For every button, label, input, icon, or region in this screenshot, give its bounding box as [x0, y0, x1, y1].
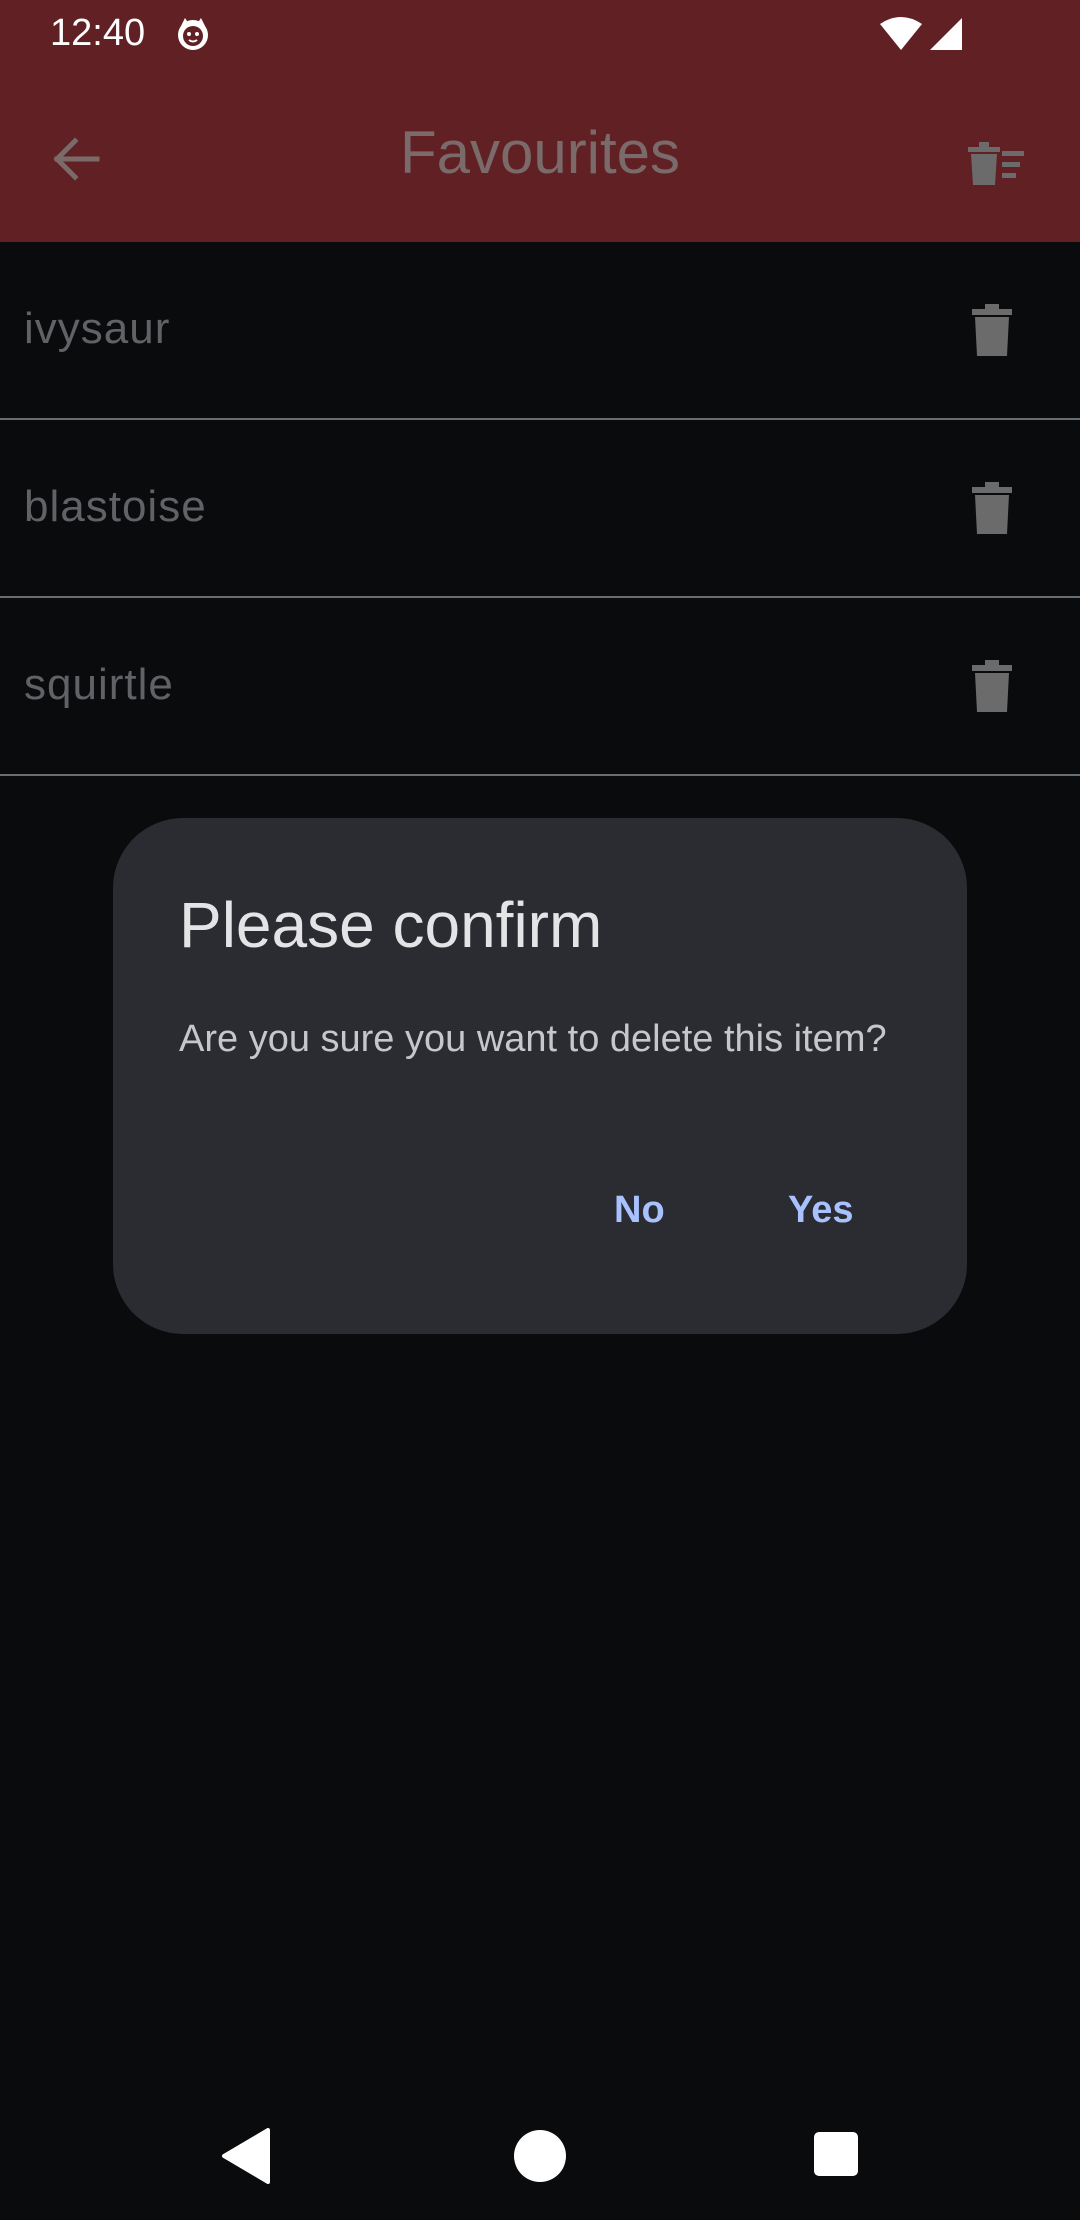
list-item-label: blastoise — [24, 482, 207, 531]
list-item-label: squirtle — [24, 660, 174, 709]
trash-icon — [972, 482, 1012, 534]
delete-item-button[interactable] — [962, 298, 1022, 362]
app-bar: Favourites — [0, 68, 1080, 242]
dialog-title: Please confirm — [179, 889, 603, 961]
list-item[interactable]: squirtle — [0, 598, 1080, 776]
cat-notification-icon — [178, 18, 208, 50]
status-bar: 12:40 — [0, 0, 1080, 68]
status-time: 12:40 — [50, 12, 146, 54]
delete-sweep-icon — [968, 142, 1024, 185]
yes-button[interactable]: Yes — [764, 1170, 878, 1250]
trash-icon — [972, 304, 1012, 356]
confirm-dialog: Please confirm Are you sure you want to … — [113, 818, 967, 1334]
delete-item-button[interactable] — [962, 476, 1022, 540]
screen: 12:40 Favourites ivysaur blastoise squir… — [0, 0, 1080, 2220]
trash-icon — [972, 660, 1012, 712]
no-button[interactable]: No — [590, 1170, 689, 1250]
list-item-label: ivysaur — [24, 304, 171, 353]
delete-all-button[interactable] — [962, 128, 1032, 198]
delete-item-button[interactable] — [962, 654, 1022, 718]
dialog-message: Are you sure you want to delete this ite… — [179, 1018, 887, 1060]
favourites-list: ivysaur blastoise squirtle — [0, 242, 1080, 776]
nav-back-triangle-icon[interactable] — [220, 2128, 272, 2184]
wifi-icon — [880, 17, 922, 50]
nav-recents-square-icon[interactable] — [814, 2132, 858, 2176]
cell-signal-icon — [930, 18, 962, 50]
page-title: Favourites — [399, 119, 681, 186]
nav-home-circle-icon[interactable] — [514, 2130, 566, 2182]
system-nav-bar — [0, 2090, 1080, 2220]
list-item[interactable]: ivysaur — [0, 242, 1080, 420]
list-item[interactable]: blastoise — [0, 420, 1080, 598]
